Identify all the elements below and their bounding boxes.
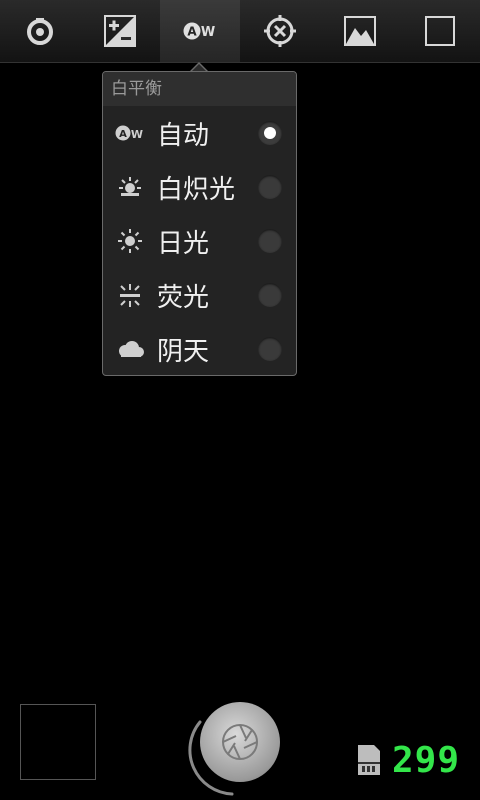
- sd-card-icon: [358, 745, 380, 775]
- frame-button[interactable]: [400, 0, 480, 62]
- daylight-icon: [118, 229, 142, 253]
- wb-option-incandescent[interactable]: 白炽光: [103, 160, 296, 214]
- exposure-icon: [104, 15, 136, 47]
- aperture-icon: [222, 724, 258, 760]
- fluorescent-icon: [120, 284, 140, 307]
- white-balance-popup: 白平衡 A W 自动 白炽光 日光 荧光 阴天: [102, 71, 297, 376]
- focus-crosshair-icon: [264, 15, 296, 47]
- scene-landscape-icon: [344, 16, 376, 46]
- wb-option-auto[interactable]: A W 自动: [103, 106, 296, 160]
- radio-unchecked[interactable]: [258, 337, 282, 361]
- white-balance-list: A W 自动 白炽光 日光 荧光 阴天: [103, 106, 296, 376]
- auto-wb-icon: A W: [115, 125, 143, 141]
- white-balance-button[interactable]: A W: [160, 0, 240, 62]
- shutter-button[interactable]: [200, 702, 280, 782]
- wb-option-label: 白炽光: [157, 174, 236, 205]
- wb-option-label: 阴天: [157, 336, 210, 367]
- square-frame-icon: [425, 16, 455, 46]
- radio-dot: [264, 127, 276, 139]
- settings-button[interactable]: [0, 0, 80, 62]
- settings-dial-icon: [27, 18, 53, 45]
- svg-text:A: A: [119, 129, 127, 140]
- wb-option-cloudy[interactable]: 阴天: [103, 322, 296, 376]
- shutter-area: [188, 700, 288, 800]
- radio-unchecked[interactable]: [258, 229, 282, 253]
- svg-text:W: W: [131, 128, 143, 141]
- wb-option-daylight[interactable]: 日光: [103, 214, 296, 268]
- white-balance-auto-icon: A W: [183, 22, 215, 40]
- radio-unchecked[interactable]: [258, 175, 282, 199]
- svg-text:A: A: [187, 25, 197, 39]
- wb-option-label: 荧光: [157, 282, 210, 313]
- wb-option-label: 自动: [157, 120, 210, 151]
- radio-checked[interactable]: [258, 121, 282, 145]
- remaining-shots-count: 299: [392, 740, 461, 781]
- incandescent-icon: [119, 177, 141, 196]
- wb-option-fluorescent[interactable]: 荧光: [103, 268, 296, 322]
- svg-text:W: W: [201, 25, 215, 40]
- last-photo-thumbnail[interactable]: [20, 704, 96, 780]
- radio-unchecked[interactable]: [258, 283, 282, 307]
- exposure-button[interactable]: [80, 0, 160, 62]
- focus-button[interactable]: [240, 0, 320, 62]
- wb-option-label: 日光: [157, 228, 210, 259]
- top-toolbar: A W: [0, 0, 480, 63]
- camera-screen: A W 白平衡 A W 自动 白炽光 日光 荧光 阴天 299: [0, 0, 480, 800]
- popup-title: 白平衡: [103, 72, 296, 106]
- cloudy-icon: [119, 341, 144, 357]
- scene-button[interactable]: [320, 0, 400, 62]
